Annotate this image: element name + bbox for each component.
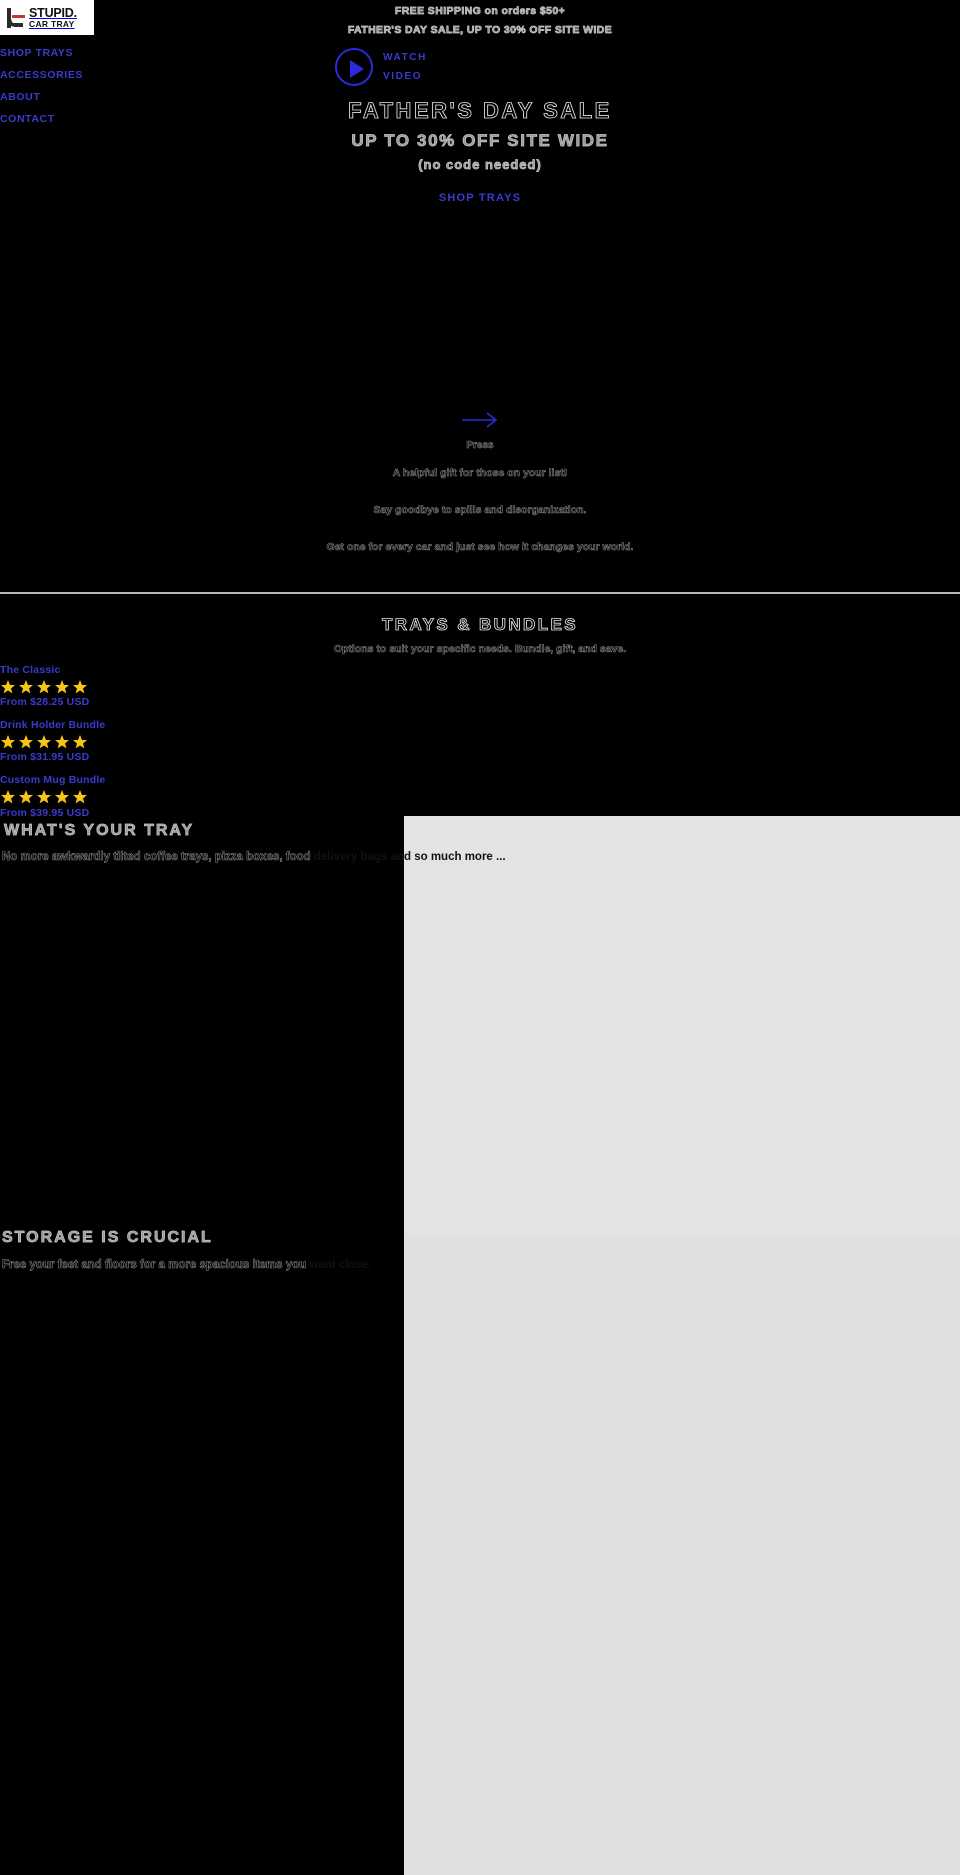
watch-label-line-1: WATCH [383,52,427,63]
storage-section: STORAGE IS CRUCIAL Free your feet and fl… [0,1225,960,1279]
product-name[interactable]: The Classic [0,662,300,678]
watch-video-label: WATCH VIDEO [383,48,427,86]
product-card[interactable]: The Classic From $28.25 USD [0,662,300,710]
tray-feature-image [404,816,960,1235]
nav-item-shop-trays[interactable]: SHOP TRAYS [0,42,83,64]
product-price: From $31.95 USD [0,751,90,764]
announcement-bar: FREE SHIPPING on orders $50+ FATHER'S DA… [0,0,960,40]
watch-video-button[interactable]: WATCH VIDEO [335,48,427,86]
arrow-right-icon[interactable] [0,405,960,435]
storage-heading: STORAGE IS CRUCIAL [2,1229,213,1247]
storage-body: Free your feet and floors for a more spa… [0,1251,960,1279]
bundles-section-header: TRAYS & BUNDLES Options to suit your spe… [0,612,960,660]
whats-your-tray-body-loaded: delivery bags and so much more ... [313,851,506,863]
bundles-heading: TRAYS & BUNDLES [382,615,578,635]
storage-feature-image [404,1235,960,1875]
watch-label-line-2: VIDEO [383,71,423,82]
storage-body-loaded: want close. [309,1259,372,1271]
whats-your-tray-body-ghost: No more awkwardly tilted coffee trays, p… [2,851,311,864]
product-name[interactable]: Drink Holder Bundle [0,717,300,733]
mid-line-3: Get one for every car and just see how i… [326,541,634,554]
hero-section: FATHER'S DAY SALE UP TO 30% OFF SITE WID… [0,96,960,206]
mid-line-1: A helpful gift for those on your list! [392,467,568,480]
page-root: FREE SHIPPING on orders $50+ FATHER'S DA… [0,0,960,1875]
whats-your-tray-heading: WHAT'S YOUR TRAY [4,822,195,840]
hero-subheadline: UP TO 30% OFF SITE WIDE [351,131,609,151]
play-button-icon[interactable] [335,48,373,86]
logo-bottom-text: CAR TRAY [29,18,75,29]
section-divider [0,592,960,594]
product-card[interactable]: Drink Holder Bundle From $31.95 USD [0,717,300,765]
rating-stars [0,734,300,749]
mid-line-2: Say goodbye to spills and disorganizatio… [373,504,587,517]
bundles-subheading: Options to suit your specific needs. Bun… [333,643,627,656]
logo-top-text: STUPID. [29,6,77,20]
site-logo[interactable]: STUPID. CAR TRAY [0,0,94,35]
whats-your-tray-body: No more awkwardly tilted coffee trays, p… [0,844,960,870]
product-name[interactable]: Custom Mug Bundle [0,772,300,788]
rating-stars [0,789,300,804]
hero-headline: FATHER'S DAY SALE [348,98,612,124]
announcement-line-1: FREE SHIPPING on orders $50+ [394,5,566,18]
product-card[interactable]: Custom Mug Bundle From $39.95 USD [0,772,300,820]
mid-content-block: Press A helpful gift for those on your l… [0,405,960,566]
storage-body-ghost: Free your feet and floors for a more spa… [2,1259,307,1272]
hero-shop-trays-button[interactable]: SHOP TRAYS [439,192,521,204]
whats-your-tray-section: WHAT'S YOUR TRAY No more awkwardly tilte… [0,818,960,870]
press-label: Press [466,440,494,452]
logo-wordmark: STUPID. CAR TRAY [29,7,77,28]
product-price: From $28.25 USD [0,696,90,709]
rating-stars [0,679,300,694]
nav-item-accessories[interactable]: ACCESSORIES [0,64,83,86]
hero-note: (no code needed) [418,157,542,173]
announcement-line-2: FATHER'S DAY SALE, UP TO 30% OFF SITE WI… [347,24,613,37]
car-seat-logo-icon [4,6,26,30]
product-list: The Classic From $28.25 USD Drink Holder… [0,662,300,828]
